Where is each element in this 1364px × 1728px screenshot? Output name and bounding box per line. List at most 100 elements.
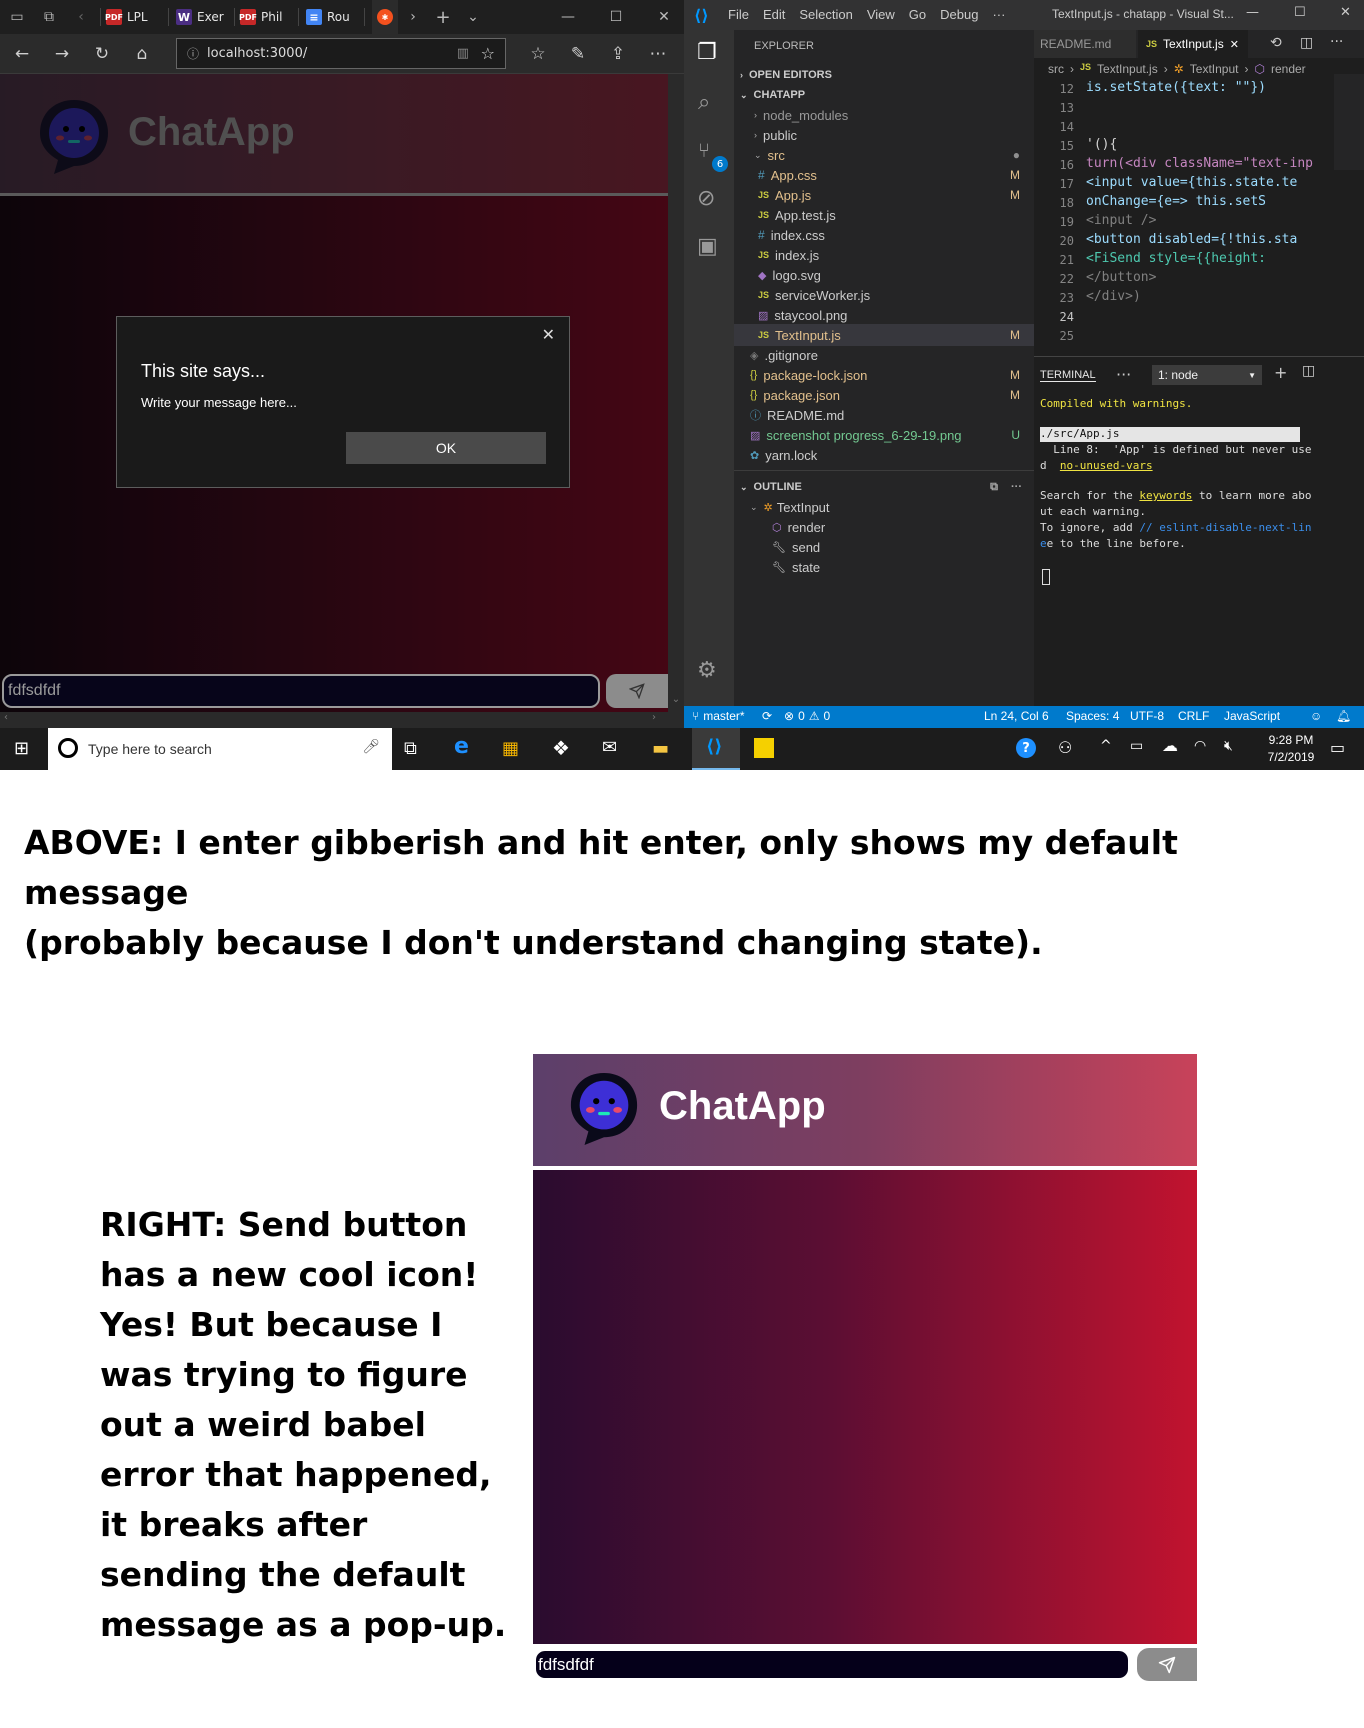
menu-edit[interactable]: Edit — [763, 7, 785, 22]
menu-go[interactable]: Go — [909, 7, 926, 22]
horizontal-scrollbar[interactable]: ‹ › — [0, 712, 668, 728]
vscode-taskbar-item[interactable]: ⟨⟩ — [692, 728, 740, 770]
microphone-icon[interactable]: 🎤︎ — [362, 738, 380, 755]
taskbar-clock[interactable]: 9:28 PM 7/2/2019 — [1256, 732, 1326, 766]
browser-tab-rou[interactable]: ≡ Rou — [306, 0, 350, 34]
file-tree-item[interactable]: JS App.js M — [734, 184, 1034, 206]
outline-item[interactable]: 🔧︎ send — [734, 536, 1034, 558]
tab-scroll-right-icon[interactable]: › — [398, 0, 428, 34]
split-terminal-icon[interactable]: ◫ — [1302, 363, 1315, 379]
file-tree-item[interactable]: {} package.json M — [734, 384, 1034, 406]
settings-gear-icon[interactable]: ⚙ — [697, 658, 717, 683]
tab-textinput[interactable]: JS TextInput.js ✕ — [1138, 30, 1248, 58]
indentation[interactable]: Spaces: 4 — [1066, 709, 1119, 723]
code-area[interactable]: 12 is.setState({text: ""}) 13 14 15 '(){ 1… — [1034, 80, 1334, 356]
file-tree-item[interactable]: ⌄ src ● — [734, 144, 1034, 166]
search-icon[interactable]: ⌕ — [698, 90, 710, 115]
tab-list-chevron-icon[interactable]: ⌄ — [458, 0, 488, 34]
menu-file[interactable]: File — [728, 7, 749, 22]
onedrive-icon[interactable]: ☁ — [1162, 736, 1178, 755]
send-button[interactable] — [606, 674, 668, 708]
debug-icon[interactable]: ⊘ — [697, 186, 715, 211]
git-branch[interactable]: ⑂ master* — [692, 709, 745, 723]
minimize-icon[interactable]: — — [1246, 5, 1259, 20]
compare-changes-icon[interactable]: ⟲ — [1270, 35, 1282, 51]
back-icon[interactable]: ← — [4, 34, 40, 74]
home-icon[interactable]: ⌂ — [124, 34, 160, 74]
reading-view-icon[interactable]: ▥ — [457, 46, 469, 61]
sticky-notes-icon[interactable] — [754, 738, 774, 758]
outline-item[interactable]: ⬡ render — [734, 516, 1034, 538]
file-tree-item[interactable]: {} package-lock.json M — [734, 364, 1034, 386]
tab-scroll-left-icon[interactable]: ‹ — [64, 0, 98, 34]
terminal-select[interactable]: 1: node ▼ — [1152, 365, 1262, 385]
share-icon[interactable]: ⇪ — [600, 34, 636, 74]
encoding[interactable]: UTF-8 — [1130, 709, 1164, 723]
file-tree-item[interactable]: › node_modules — [734, 104, 1034, 126]
favorites-hub-icon[interactable]: ☆ — [520, 34, 556, 74]
task-view-icon[interactable]: ⧉ — [404, 738, 417, 759]
people-icon[interactable]: ⚇ — [1058, 738, 1072, 757]
file-tree-item-selected[interactable]: JS TextInput.js M — [734, 324, 1034, 346]
browser-tab-active[interactable]: ✱ — [372, 0, 398, 34]
browser-tab-phil[interactable]: PDF Phil — [239, 0, 283, 34]
terminal-tab[interactable]: TERMINAL — [1040, 369, 1096, 382]
tab-set-aside-icon[interactable]: ▭ — [0, 0, 34, 34]
outline-item[interactable]: 🔧︎ state — [734, 556, 1034, 578]
minimap[interactable] — [1334, 74, 1364, 170]
source-control-icon[interactable]: ⑂ — [698, 138, 710, 162]
outline-section[interactable]: ⌄ OUTLINE ⧉ ··· — [734, 476, 1034, 498]
outline-item[interactable]: ⌄ ✲ TextInput — [734, 496, 1034, 518]
file-tree-item[interactable]: JS serviceWorker.js — [734, 284, 1034, 306]
file-tree-item[interactable]: › public — [734, 124, 1034, 146]
maximize-icon[interactable]: ☐ — [1294, 5, 1306, 20]
menu-debug[interactable]: Debug — [940, 7, 978, 22]
file-tree-item[interactable]: # index.css — [734, 224, 1034, 246]
minimize-icon[interactable]: — — [548, 0, 588, 34]
tab-preview-icon[interactable]: ⧉ — [32, 0, 66, 34]
explorer-icon[interactable]: ❐ — [697, 40, 717, 65]
file-tree-item[interactable]: ▨ staycool.png — [734, 304, 1034, 326]
mail-icon[interactable]: ✉ — [602, 737, 617, 758]
dropbox-icon[interactable]: ❖ — [552, 736, 570, 760]
store-icon[interactable]: ▦ — [502, 738, 519, 759]
browser-tab-exer[interactable]: W Exer — [176, 0, 224, 34]
cursor-position[interactable]: Ln 24, Col 6 — [984, 709, 1049, 723]
new-terminal-icon[interactable]: + — [1274, 363, 1287, 382]
file-tree-item[interactable]: # App.css M — [734, 164, 1034, 186]
menu-selection[interactable]: Selection — [799, 7, 852, 22]
more-actions-icon[interactable]: ··· — [1011, 481, 1022, 493]
forward-icon[interactable]: → — [44, 34, 80, 74]
tab-readme[interactable]: README.md — [1034, 30, 1136, 58]
feedback-smiley-icon[interactable]: ☺ — [1310, 709, 1322, 723]
collapse-all-icon[interactable]: ⧉ — [990, 481, 998, 494]
message-input[interactable]: fdfsdfdf — [533, 1648, 1131, 1681]
file-tree-item[interactable]: JS App.test.js — [734, 204, 1034, 226]
refresh-icon[interactable]: ↻ — [84, 34, 120, 74]
file-tree-item[interactable]: JS index.js — [734, 244, 1034, 266]
windows-start-icon[interactable]: ⊞ — [14, 738, 29, 759]
line-endings[interactable]: CRLF — [1178, 709, 1209, 723]
pen-notes-icon[interactable]: ✎ — [560, 34, 596, 74]
browser-tab-lpl[interactable]: PDF LPL — [105, 0, 148, 34]
volume-muted-icon[interactable]: 🔇︎ — [1224, 738, 1233, 754]
edge-taskbar-icon[interactable]: e — [454, 734, 469, 759]
send-button[interactable] — [1137, 1648, 1197, 1681]
menu-view[interactable]: View — [867, 7, 895, 22]
more-menu-icon[interactable]: ⋯ — [640, 34, 676, 74]
close-tab-icon[interactable]: ✕ — [1230, 38, 1239, 51]
extensions-icon[interactable]: ▣ — [697, 234, 718, 259]
maximize-icon[interactable]: ☐ — [596, 0, 636, 34]
problems-indicator[interactable]: ⊗ 0 ⚠ 0 — [784, 709, 830, 723]
help-icon[interactable]: ? — [1016, 738, 1036, 758]
split-editor-icon[interactable]: ◫ — [1300, 35, 1313, 51]
page-scrollbar[interactable]: ⌄ — [668, 74, 684, 728]
battery-icon[interactable]: ▭ — [1130, 738, 1143, 754]
close-dialog-icon[interactable]: ✕ — [542, 325, 555, 344]
open-editors-section[interactable]: › OPEN EDITORS — [734, 64, 1034, 86]
file-tree-item[interactable]: ▨ screenshot progress_6-29-19.png U — [734, 424, 1034, 446]
favorite-star-icon[interactable]: ☆ — [481, 44, 495, 63]
close-window-icon[interactable]: ✕ — [644, 0, 684, 34]
project-section[interactable]: ⌄ CHATAPP — [734, 84, 1034, 106]
dialog-ok-button[interactable]: OK — [346, 432, 546, 464]
